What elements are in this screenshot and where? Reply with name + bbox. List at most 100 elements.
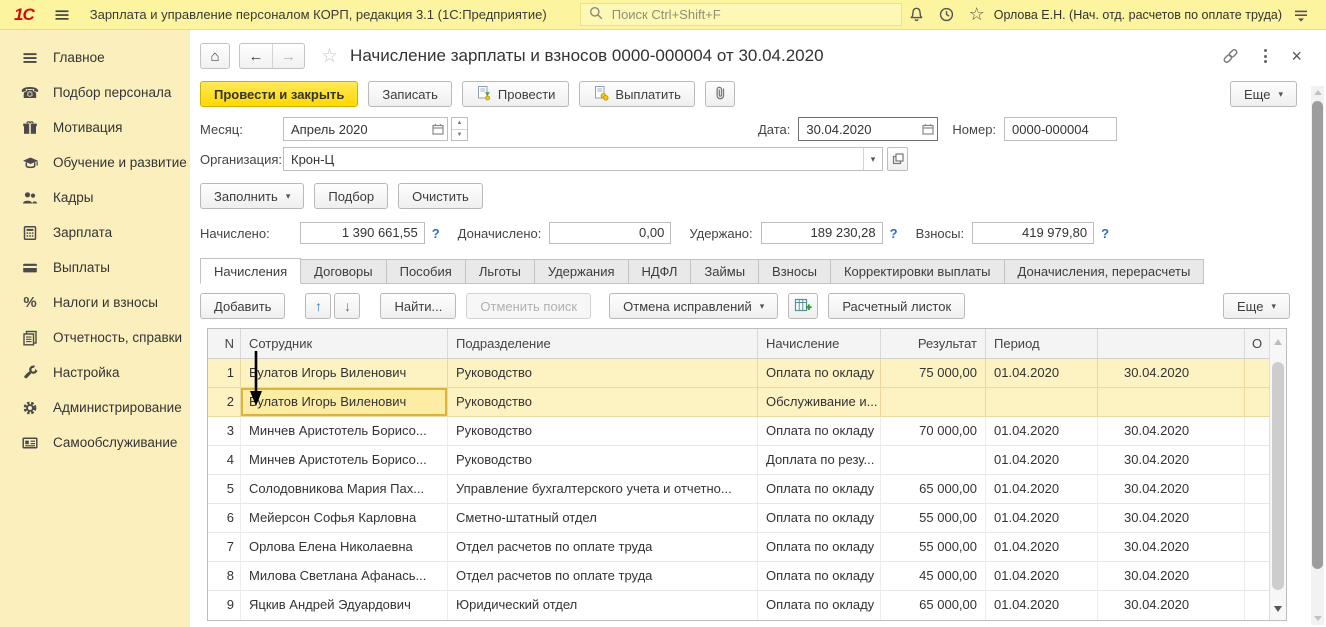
table-row[interactable]: 5 Солодовникова Мария Пах... Управление … bbox=[208, 475, 1269, 504]
table-row[interactable]: 2 Булатов Игорь Виленович Руководство Об… bbox=[208, 388, 1269, 417]
table-row[interactable]: 8 Милова Светлана Афанась... Отдел расче… bbox=[208, 562, 1269, 591]
insert-table-button[interactable] bbox=[788, 293, 818, 319]
table-row[interactable]: 4 Минчев Аристотель Борисо... Руководств… bbox=[208, 446, 1269, 475]
spin-up-icon[interactable]: ▲ bbox=[452, 118, 467, 129]
contributions-help-link[interactable]: ? bbox=[1101, 226, 1109, 241]
sidebar-item-training[interactable]: Обучение и развитие bbox=[0, 145, 190, 180]
sidebar-item-recruiting[interactable]: ☎ Подбор персонала bbox=[0, 75, 190, 110]
number-field[interactable]: 0000-000004 bbox=[1004, 117, 1117, 141]
tab-privileges[interactable]: Льготы bbox=[465, 259, 535, 284]
grid-scrollbar[interactable] bbox=[1269, 329, 1286, 620]
cell-result[interactable]: 45 000,00 bbox=[881, 562, 986, 590]
cell-period-start[interactable]: 01.04.2020 bbox=[986, 504, 1098, 532]
cell-department[interactable]: Юридический отдел bbox=[448, 591, 758, 620]
table-row[interactable]: 6 Мейерсон Софья Карловна Сметно-штатный… bbox=[208, 504, 1269, 533]
cell-accrual[interactable]: Обслуживание и... bbox=[758, 388, 881, 416]
cell-employee[interactable]: Булатов Игорь Виленович bbox=[241, 359, 448, 387]
back-button[interactable]: ← bbox=[240, 44, 272, 68]
cell-n[interactable]: 3 bbox=[208, 417, 241, 445]
cell-department[interactable]: Управление бухгалтерского учета и отчетн… bbox=[448, 475, 758, 503]
cell-period-end[interactable] bbox=[1098, 388, 1245, 416]
column-header-n[interactable]: N bbox=[208, 329, 241, 358]
scroll-down-icon[interactable] bbox=[1314, 616, 1322, 621]
fill-button[interactable]: Заполнить▾ bbox=[200, 183, 304, 209]
sidebar-item-payments[interactable]: Выплаты bbox=[0, 250, 190, 285]
get-link-icon[interactable] bbox=[1221, 47, 1240, 65]
organization-field[interactable]: Крон-Ц ▾ bbox=[283, 147, 883, 171]
cell-accrual[interactable]: Оплата по окладу bbox=[758, 475, 881, 503]
table-row[interactable]: 9 Яцкив Андрей Эдуардович Юридический от… bbox=[208, 591, 1269, 620]
spin-down-icon[interactable]: ▼ bbox=[452, 129, 467, 141]
cell-accrual[interactable]: Оплата по окладу bbox=[758, 591, 881, 620]
cell-period-end[interactable]: 30.04.2020 bbox=[1098, 591, 1245, 620]
cell-department[interactable]: Руководство bbox=[448, 388, 758, 416]
cell-accrual[interactable]: Оплата по окладу bbox=[758, 533, 881, 561]
sidebar-item-salary[interactable]: Зарплата bbox=[0, 215, 190, 250]
cell-accrual[interactable]: Оплата по окладу bbox=[758, 504, 881, 532]
cell-employee[interactable]: Орлова Елена Николаевна bbox=[241, 533, 448, 561]
column-header-department[interactable]: Подразделение bbox=[448, 329, 758, 358]
cell-employee[interactable]: Милова Светлана Афанась... bbox=[241, 562, 448, 590]
sidebar-item-administration[interactable]: Администрирование bbox=[0, 390, 190, 425]
cell-n[interactable]: 2 bbox=[208, 388, 241, 416]
cell-n[interactable]: 8 bbox=[208, 562, 241, 590]
cell-employee[interactable]: Мейерсон Софья Карловна bbox=[241, 504, 448, 532]
cancel-search-button[interactable]: Отменить поиск bbox=[466, 293, 591, 319]
pay-button[interactable]: Выплатить bbox=[579, 81, 695, 107]
column-header-employee[interactable]: Сотрудник bbox=[241, 329, 448, 358]
scroll-down-icon[interactable] bbox=[1274, 606, 1282, 612]
dropdown-caret-icon[interactable]: ▾ bbox=[863, 148, 882, 170]
undo-corrections-button[interactable]: Отмена исправлений▾ bbox=[609, 293, 778, 319]
cell-o[interactable] bbox=[1245, 359, 1269, 387]
cell-n[interactable]: 4 bbox=[208, 446, 241, 474]
cell-result[interactable] bbox=[881, 446, 986, 474]
service-menu-icon[interactable] bbox=[1286, 3, 1316, 27]
cell-o[interactable] bbox=[1245, 417, 1269, 445]
cell-o[interactable] bbox=[1245, 533, 1269, 561]
cell-accrual[interactable]: Оплата по окладу bbox=[758, 359, 881, 387]
pick-button[interactable]: Подбор bbox=[314, 183, 388, 209]
cell-period-end[interactable]: 30.04.2020 bbox=[1098, 533, 1245, 561]
cell-department[interactable]: Отдел расчетов по оплате труда bbox=[448, 562, 758, 590]
cell-n[interactable]: 9 bbox=[208, 591, 241, 620]
cell-o[interactable] bbox=[1245, 388, 1269, 416]
sidebar-item-hr[interactable]: Кадры bbox=[0, 180, 190, 215]
column-header-accrual[interactable]: Начисление bbox=[758, 329, 881, 358]
scroll-up-icon[interactable] bbox=[1314, 90, 1322, 95]
close-icon[interactable]: × bbox=[1291, 47, 1302, 65]
cell-period-start[interactable]: 01.04.2020 bbox=[986, 446, 1098, 474]
current-user[interactable]: Орлова Е.Н. (Нач. отд. расчетов по оплат… bbox=[994, 8, 1282, 22]
cell-result[interactable]: 65 000,00 bbox=[881, 591, 986, 620]
add-row-button[interactable]: Добавить bbox=[200, 293, 285, 319]
cell-period-start[interactable]: 01.04.2020 bbox=[986, 417, 1098, 445]
accrued-help-link[interactable]: ? bbox=[432, 226, 440, 241]
find-button[interactable]: Найти... bbox=[380, 293, 456, 319]
more-menu-dots-icon[interactable] bbox=[1264, 47, 1267, 64]
tab-contracts[interactable]: Договоры bbox=[300, 259, 386, 284]
tab-deductions[interactable]: Удержания bbox=[534, 259, 629, 284]
move-up-button[interactable]: ↑ bbox=[305, 293, 331, 319]
cell-department[interactable]: Руководство bbox=[448, 359, 758, 387]
sidebar-item-motivation[interactable]: Мотивация bbox=[0, 110, 190, 145]
clear-button[interactable]: Очистить bbox=[398, 183, 483, 209]
tab-loans[interactable]: Займы bbox=[690, 259, 759, 284]
cell-accrual[interactable]: Оплата по окладу bbox=[758, 417, 881, 445]
payslip-button[interactable]: Расчетный листок bbox=[828, 293, 965, 319]
sidebar-item-settings[interactable]: Настройка bbox=[0, 355, 190, 390]
cell-accrual[interactable]: Оплата по окладу bbox=[758, 562, 881, 590]
cell-period-end[interactable]: 30.04.2020 bbox=[1098, 504, 1245, 532]
cell-department[interactable]: Руководство bbox=[448, 417, 758, 445]
tab-recalculations[interactable]: Доначисления, перерасчеты bbox=[1004, 259, 1205, 284]
favorite-star-icon[interactable]: ☆ bbox=[321, 45, 338, 68]
cell-o[interactable] bbox=[1245, 562, 1269, 590]
cell-period-end[interactable]: 30.04.2020 bbox=[1098, 475, 1245, 503]
cell-n[interactable]: 5 bbox=[208, 475, 241, 503]
cell-period-end[interactable]: 30.04.2020 bbox=[1098, 446, 1245, 474]
table-row[interactable]: 3 Минчев Аристотель Борисо... Руководств… bbox=[208, 417, 1269, 446]
column-header-period-end[interactable] bbox=[1098, 329, 1245, 358]
accrued-value[interactable]: 1 390 661,55 bbox=[300, 222, 425, 244]
cell-result[interactable]: 70 000,00 bbox=[881, 417, 986, 445]
favorites-star-icon[interactable]: ☆ bbox=[962, 3, 992, 27]
document-more-button[interactable]: Еще▾ bbox=[1230, 81, 1297, 107]
withheld-help-link[interactable]: ? bbox=[890, 226, 898, 241]
